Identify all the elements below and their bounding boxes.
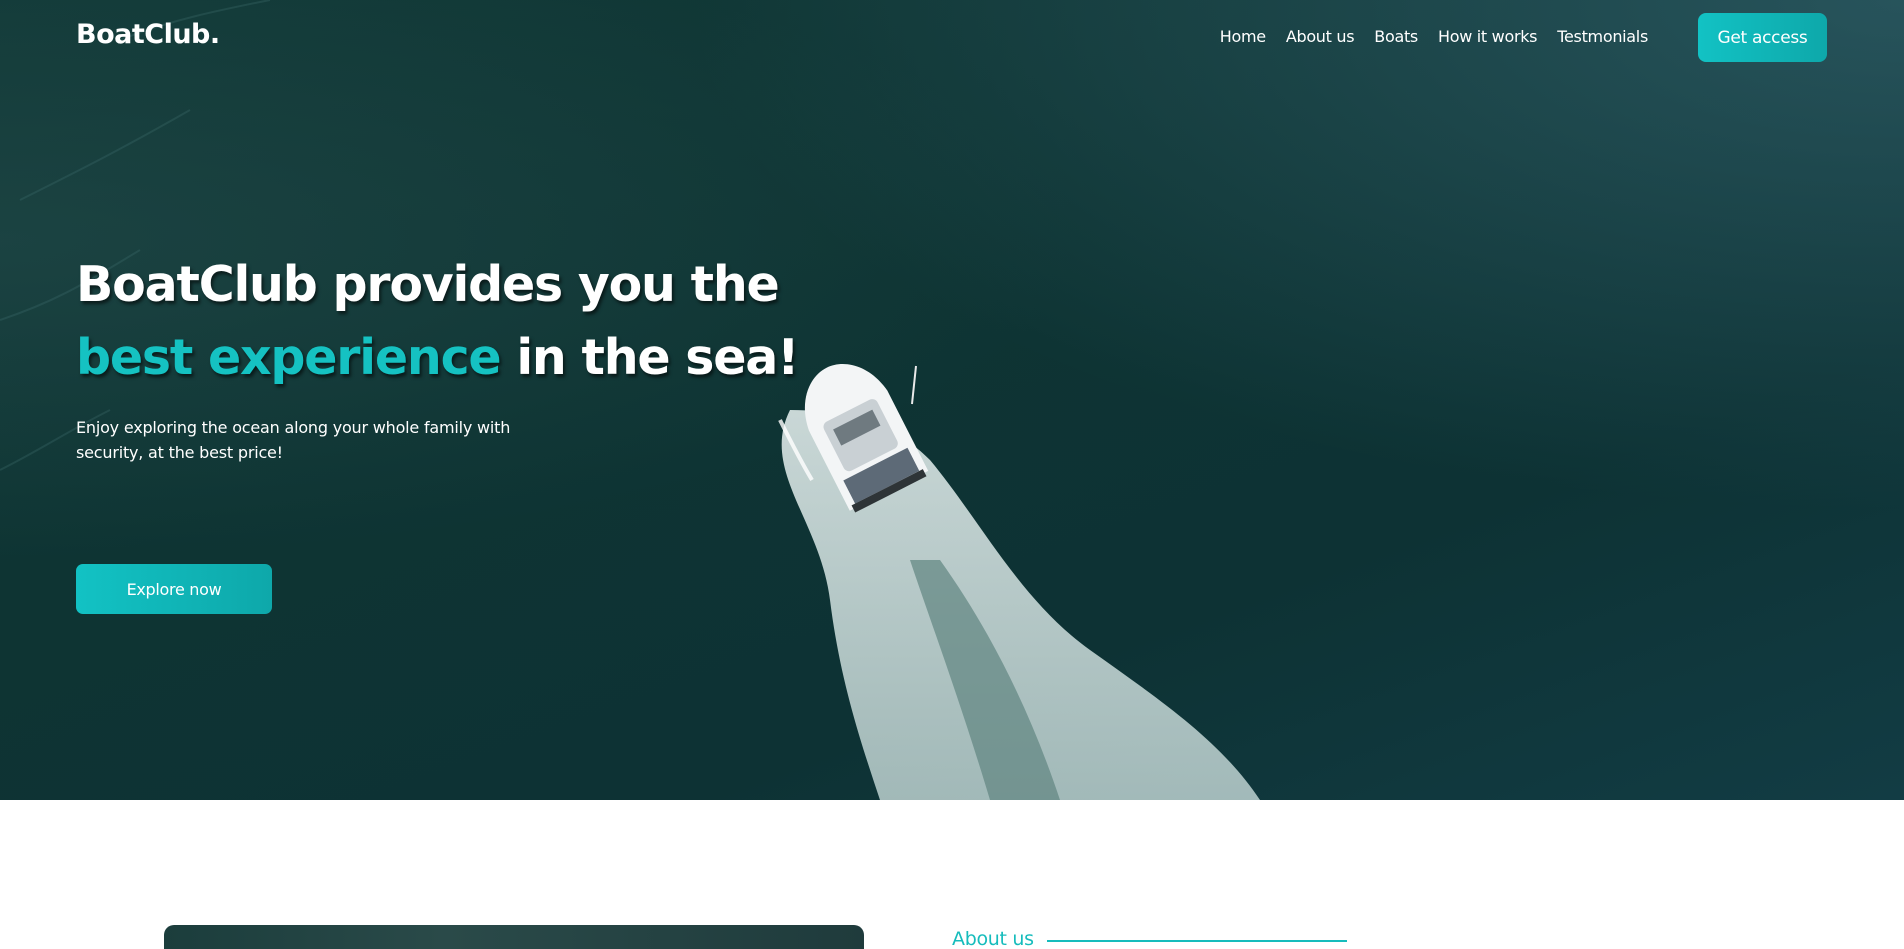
top-navbar: BoatClub. Home About us Boats How it wor…	[0, 0, 1904, 75]
nav-link-boats[interactable]: Boats	[1374, 27, 1418, 46]
about-image	[164, 925, 864, 949]
about-section: About us	[0, 800, 1904, 949]
get-access-button[interactable]: Get access	[1698, 13, 1827, 62]
about-divider-line	[1047, 940, 1347, 942]
hero-headline: BoatClub provides you the best experienc…	[76, 248, 896, 394]
brand-logo[interactable]: BoatClub.	[76, 19, 220, 50]
nav-links: Home About us Boats How it works Testmon…	[1220, 27, 1649, 46]
nav-link-about-us[interactable]: About us	[1286, 27, 1355, 46]
nav-link-testimonials[interactable]: Testmonials	[1557, 27, 1648, 46]
explore-now-button[interactable]: Explore now	[76, 564, 272, 614]
hero-subtitle: Enjoy exploring the ocean along your who…	[76, 418, 511, 462]
hero-section: BoatClub. Home About us Boats How it wor…	[0, 0, 1904, 800]
nav-link-how-it-works[interactable]: How it works	[1438, 27, 1538, 46]
about-section-label: About us	[952, 928, 1034, 949]
hero-ocean-image	[0, 0, 1260, 800]
nav-link-home[interactable]: Home	[1220, 27, 1266, 46]
headline-accent: best experience	[76, 329, 502, 386]
headline-part-2: in the sea!	[500, 329, 799, 386]
headline-part-1: BoatClub provides you the	[76, 256, 780, 313]
